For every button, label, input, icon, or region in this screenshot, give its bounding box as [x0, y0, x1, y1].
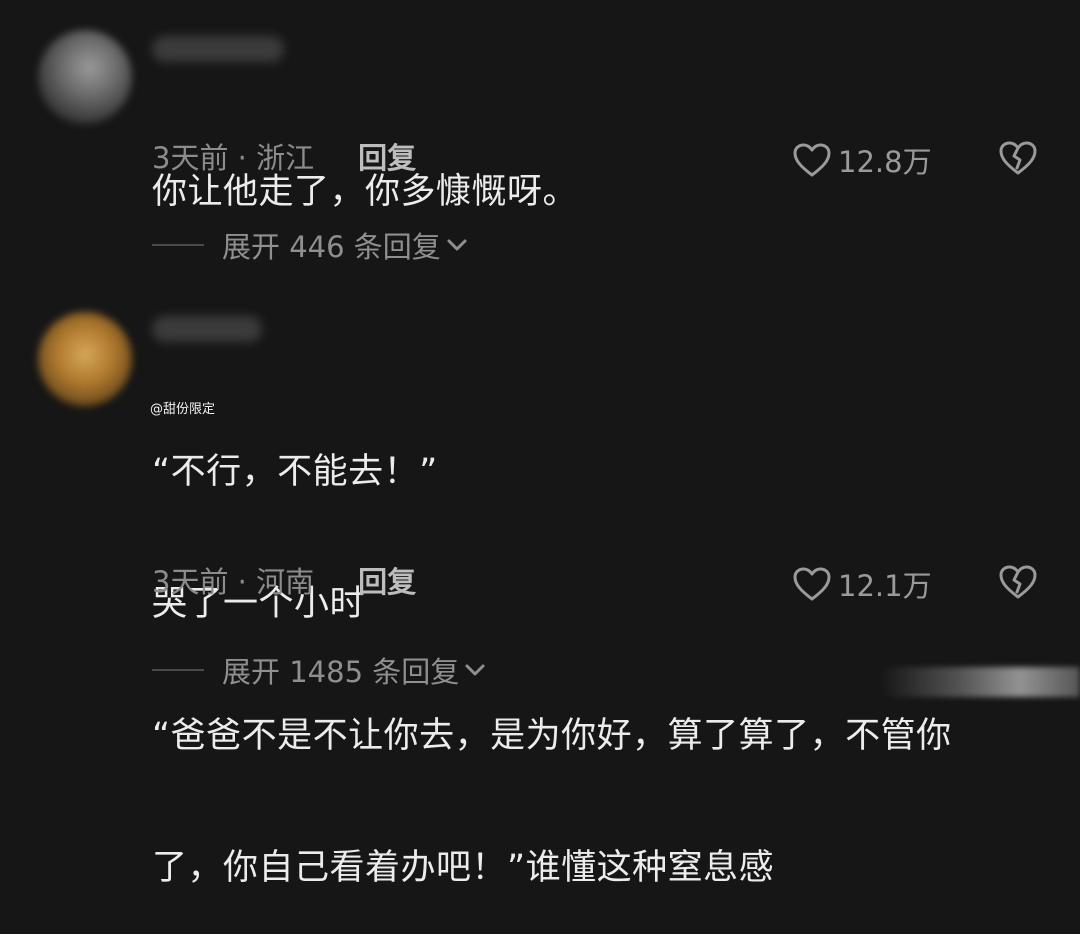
expand-label: 展开 1485 条回复 [222, 655, 460, 689]
expand-replies[interactable]: 展开 1485 条回复 [152, 649, 487, 691]
like-button[interactable]: 12.8万 [792, 139, 932, 181]
comment-meta: 3天前 · 浙江 回复 [152, 140, 416, 176]
like-count: 12.1万 [838, 569, 932, 603]
heart-icon [793, 143, 831, 177]
time-location: 3天前 · 浙江 [152, 141, 315, 175]
comment-line: 了，你自己看着办吧！”谁懂这种窒息感 [152, 848, 775, 888]
username-blurred[interactable] [152, 316, 262, 342]
watermark: @甜份限定 [150, 402, 216, 417]
time-location: 3天前 · 河南 [152, 565, 315, 599]
avatar[interactable] [38, 312, 132, 406]
broken-heart-icon [999, 565, 1037, 599]
dislike-button[interactable] [998, 563, 1038, 601]
comment-line: “爸爸不是不让你去，是为你好，算了算了，不管你 [152, 716, 952, 756]
comment-line: “不行，不能去！” [152, 452, 438, 492]
expand-replies[interactable]: 展开 446 条回复 [152, 224, 469, 266]
like-button[interactable]: 12.1万 [792, 563, 932, 605]
comment-text: 你让他走了，你多慷慨呀。 [152, 82, 578, 302]
expand-label: 展开 446 条回复 [222, 230, 441, 264]
heart-icon [793, 567, 831, 601]
reply-button[interactable]: 回复 [358, 564, 416, 600]
chevron-down-icon [465, 664, 485, 676]
avatar[interactable] [38, 30, 132, 124]
divider [152, 244, 204, 246]
like-count: 12.8万 [838, 145, 932, 179]
dislike-button[interactable] [998, 139, 1038, 177]
corner-artifact [880, 667, 1080, 697]
comment-text: “不行，不能去！” 哭了一个小时 “爸爸不是不让你去，是为你好，算了算了，不管你… [152, 362, 1032, 934]
divider [152, 669, 204, 671]
comment-line: 你让他走了，你多慷慨呀。 [152, 172, 579, 212]
comment-item: 你让他走了，你多慷慨呀。 3天前 · 浙江 回复 12.8万 展开 446 条回… [0, 0, 1080, 290]
broken-heart-icon [999, 141, 1037, 175]
comment-meta: 3天前 · 河南 回复 [152, 564, 416, 600]
chevron-down-icon [447, 239, 467, 251]
username-blurred[interactable] [152, 36, 284, 62]
reply-button[interactable]: 回复 [358, 140, 416, 176]
